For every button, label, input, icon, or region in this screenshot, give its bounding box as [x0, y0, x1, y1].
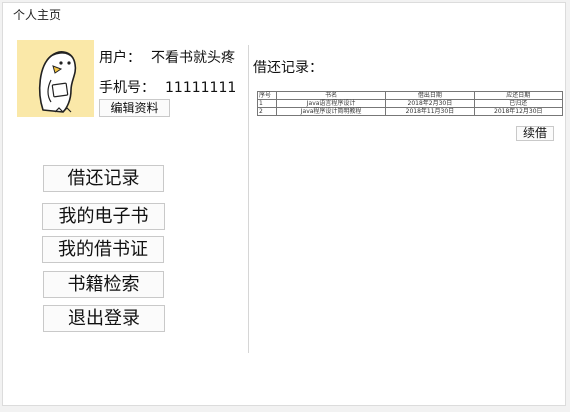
table-cell: 2018年12月30日	[473, 107, 564, 116]
table-cell: 1	[257, 99, 277, 108]
renew-button[interactable]: 续借	[516, 126, 554, 141]
column-header: 应还日期	[473, 91, 564, 100]
edit-profile-button[interactable]: 编辑资料	[99, 99, 170, 117]
table-cell: 2018年11月30日	[385, 107, 475, 116]
vertical-divider	[248, 45, 249, 353]
table-row[interactable]: 2 Java程序设计简明教程 2018年11月30日 2018年12月30日	[257, 107, 564, 116]
nav-logout-button[interactable]: 退出登录	[43, 305, 165, 332]
table-cell: Java语言程序设计	[275, 99, 387, 108]
records-table: 序号 书名 借出日期 应还日期 1 Java语言程序设计 2018年2月30日 …	[257, 91, 564, 116]
nav-my-ebooks-button[interactable]: 我的电子书	[42, 203, 165, 230]
phone-value: 11111111	[165, 80, 237, 96]
table-cell: 2018年2月30日	[385, 99, 475, 108]
table-cell: Java程序设计简明教程	[275, 107, 387, 116]
user-name: 不看书就头疼	[151, 50, 235, 66]
table-cell: 2	[257, 107, 277, 116]
duck-avatar-icon	[17, 40, 94, 117]
user-info: 用户： 不看书就头疼	[99, 47, 235, 67]
column-header: 书名	[275, 91, 387, 100]
nav-library-card-button[interactable]: 我的借书证	[42, 236, 164, 263]
phone-label: 手机号：	[99, 80, 155, 96]
avatar	[17, 40, 94, 117]
nav-book-search-button[interactable]: 书籍检索	[43, 271, 164, 298]
table-row[interactable]: 1 Java语言程序设计 2018年2月30日 已归还	[257, 99, 564, 108]
column-header: 借出日期	[385, 91, 475, 100]
main-window: 个人主页 用户： 不看书就头疼 手机号： 11111111 编辑资料 借还记录 我的…	[2, 2, 566, 406]
records-title: 借还记录：	[253, 60, 323, 76]
table-cell: 已归还	[473, 99, 564, 108]
table-header-row: 序号 书名 借出日期 应还日期	[257, 91, 564, 100]
nav-borrow-records-button[interactable]: 借还记录	[43, 165, 164, 192]
user-label: 用户：	[99, 50, 141, 66]
column-header: 序号	[257, 91, 277, 100]
phone-info: 手机号： 11111111	[99, 77, 236, 97]
window-title: 个人主页	[13, 8, 62, 22]
